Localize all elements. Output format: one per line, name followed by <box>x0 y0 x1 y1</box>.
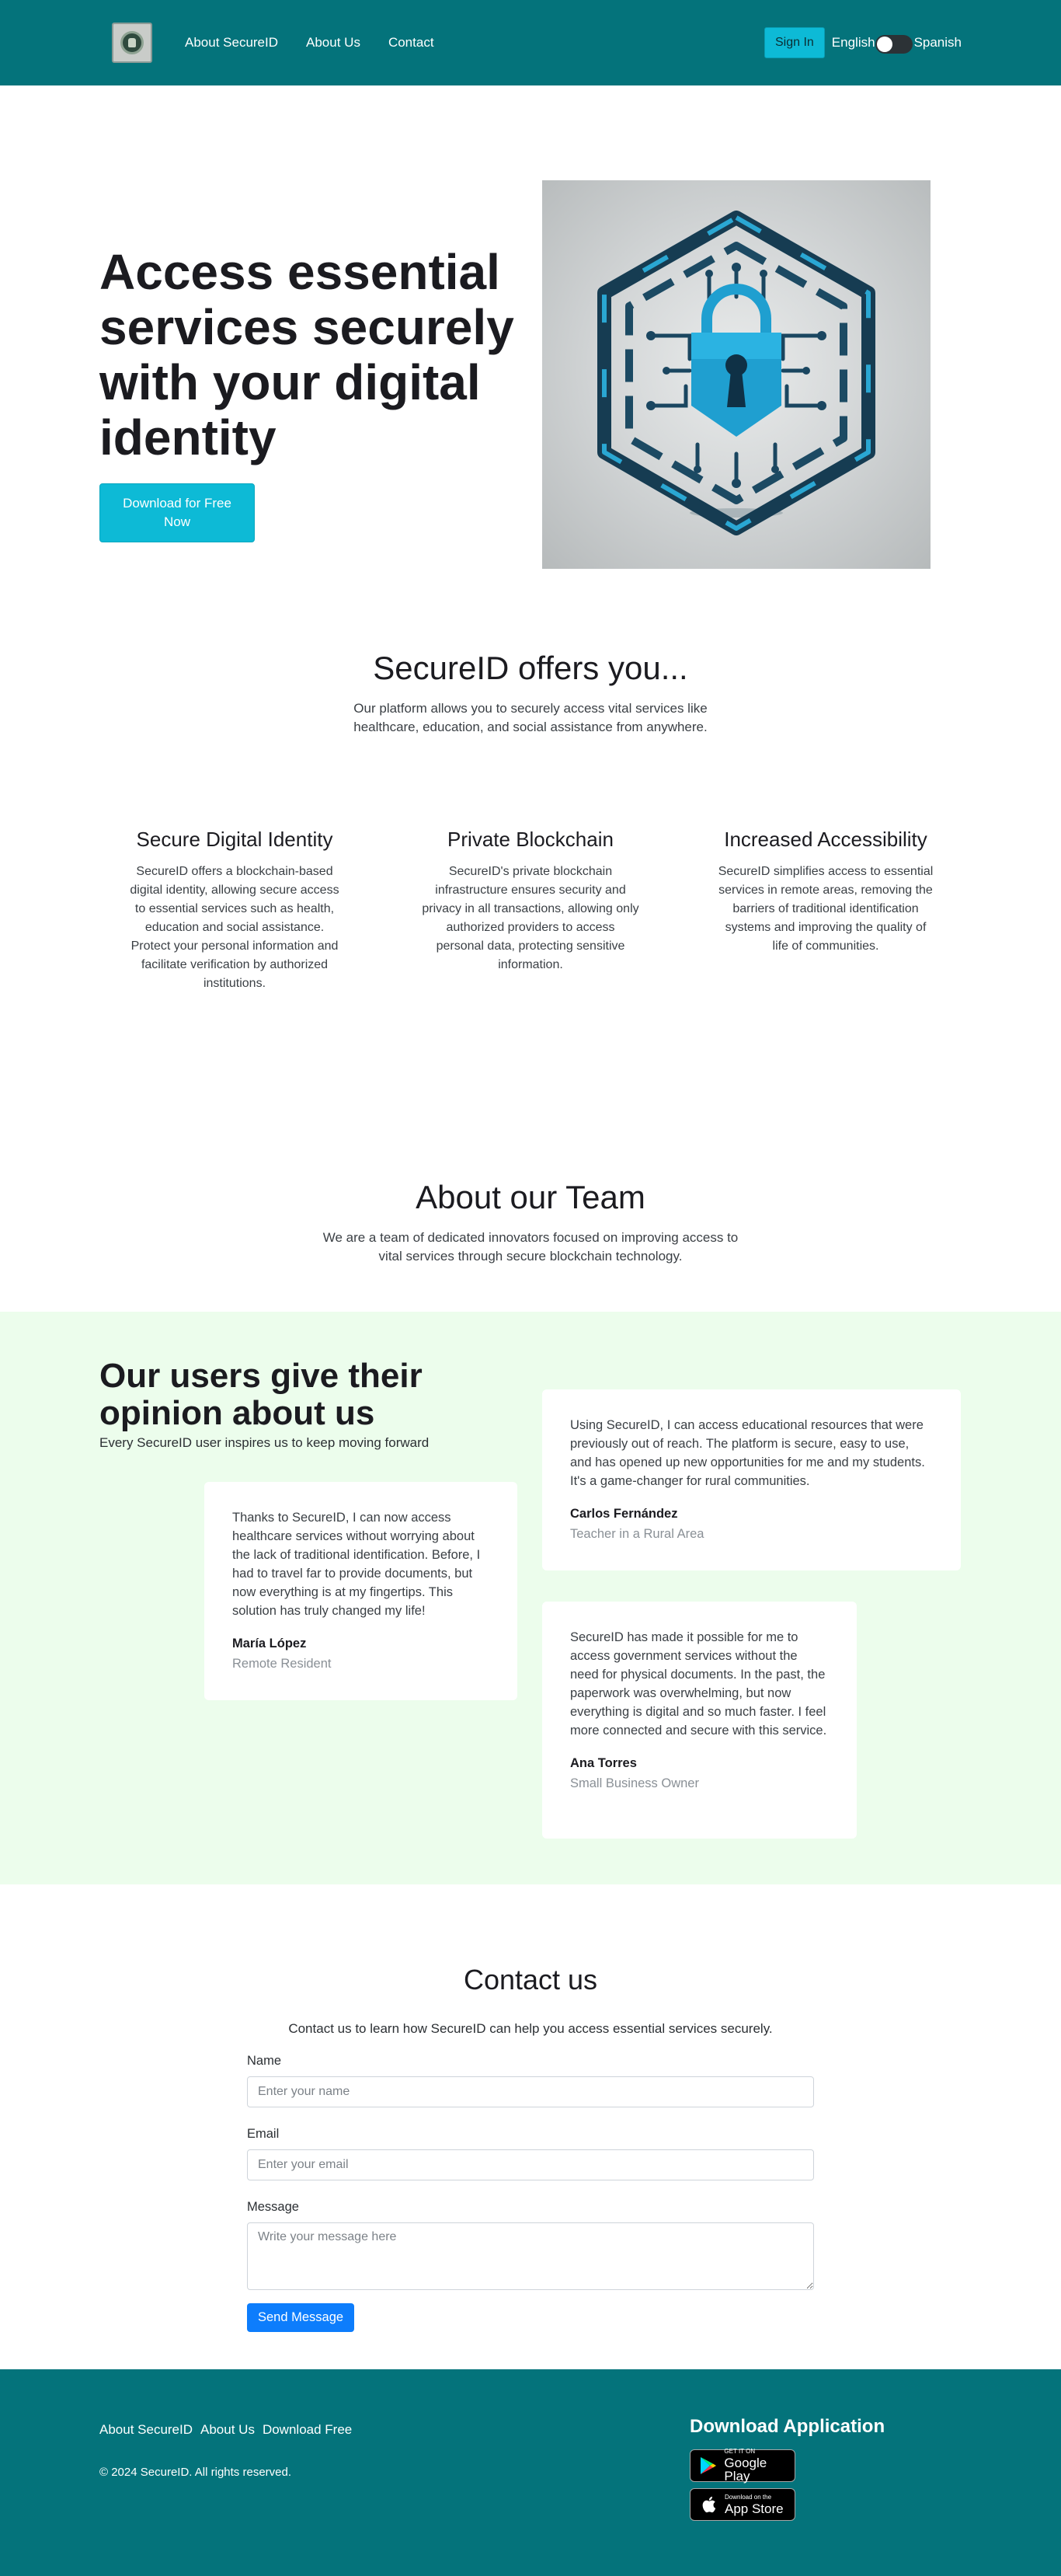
app-store-small: Download on the <box>725 2493 772 2501</box>
nav-link-about-us[interactable]: About Us <box>306 35 360 51</box>
app-store-button[interactable]: Download on the App Store <box>690 2488 795 2521</box>
app-store-big: App Store <box>725 2501 784 2516</box>
copyright-text: © 2024 SecureID. All rights reserved. <box>99 2466 292 2479</box>
team-section: About our Team We are a team of dedicate… <box>0 1179 1061 1266</box>
testimonial-author: Ana Torres <box>570 1756 637 1770</box>
testimonial-quote: Thanks to SecureID, I can now access hea… <box>232 1511 481 1618</box>
testimonials-section: Our users give their opinion about us Ev… <box>0 1312 1061 1884</box>
google-play-icon <box>698 2456 718 2476</box>
site-footer: About SecureID About Us Download Free © … <box>0 2369 1061 2576</box>
footer-link-about-secureid[interactable]: About SecureID <box>99 2422 193 2438</box>
emblem-icon <box>120 31 144 54</box>
hero-section: Access essential services securely with … <box>0 85 1061 583</box>
feature-text: SecureID offers a blockchain-based digit… <box>130 865 339 990</box>
testimonial-author: María López <box>232 1637 307 1651</box>
contact-header: Contact us Contact us to learn how Secur… <box>0 1964 1061 2037</box>
offers-header: SecureID offers you... Our platform allo… <box>0 650 1061 737</box>
send-message-button[interactable]: Send Message <box>247 2303 355 2332</box>
language-spanish-label: Spanish <box>913 35 962 50</box>
language-toggle[interactable] <box>875 35 913 54</box>
padlock-icon <box>597 211 875 535</box>
testimonial-quote: SecureID has made it possible for me to … <box>570 1630 827 1738</box>
email-field[interactable] <box>247 2149 814 2180</box>
site-header: About SecureID About Us Contact Sign In … <box>0 0 1061 85</box>
testimonial-card-maria: Thanks to SecureID, I can now access hea… <box>204 1482 517 1700</box>
toggle-knob <box>876 37 892 52</box>
main-nav: About SecureID About Us Contact <box>112 23 462 63</box>
google-play-button[interactable]: GET IT ON Google Play <box>690 2448 795 2484</box>
email-label: Email <box>247 2127 280 2141</box>
contact-title: Contact us <box>463 1964 598 1996</box>
apple-icon <box>698 2494 718 2515</box>
feature-title: Increased Accessibility <box>724 828 927 851</box>
header-actions: Sign In English Spanish <box>764 27 962 58</box>
testimonials-title: Our users give their opinion about us <box>99 1357 423 1432</box>
feature-title: Secure Digital Identity <box>136 828 333 851</box>
feature-secure-digital-identity: Secure Digital Identity SecureID offers … <box>126 828 343 993</box>
blockchain-padlock-illustration <box>542 180 931 569</box>
google-play-big: Google Play <box>724 2456 767 2484</box>
team-title: About our Team <box>416 1179 645 1215</box>
feature-text: SecureID's private blockchain infrastruc… <box>422 865 639 971</box>
offers-title: SecureID offers you... <box>373 650 688 686</box>
hero-title: Access essential services securely with … <box>99 244 514 465</box>
feature-increased-accessibility: Increased Accessibility SecureID simplif… <box>717 828 934 956</box>
logo-icon[interactable] <box>112 23 152 63</box>
feature-title: Private Blockchain <box>447 828 614 851</box>
footer-link-download-free[interactable]: Download Free <box>263 2422 352 2438</box>
google-play-small: GET IT ON <box>724 2448 756 2455</box>
testimonial-card-carlos: Using SecureID, I can access educational… <box>542 1389 961 1570</box>
footer-links: About SecureID About Us Download Free <box>99 2422 360 2438</box>
download-app-title: Download Application <box>690 2416 885 2437</box>
app-store-text: Download on the App Store <box>725 2494 784 2515</box>
header-inner: About SecureID About Us Contact Sign In … <box>0 23 1061 63</box>
emblem-center <box>128 38 136 47</box>
message-field[interactable] <box>247 2222 814 2290</box>
testimonial-author: Carlos Fernández <box>570 1507 678 1521</box>
testimonial-quote: Using SecureID, I can access educational… <box>570 1418 925 1488</box>
testimonial-role: Small Business Owner <box>570 1776 699 1790</box>
contact-form: Name Email Message Send Message <box>247 2054 814 2332</box>
name-field[interactable] <box>247 2076 814 2107</box>
footer-link-about-us[interactable]: About Us <box>200 2422 255 2438</box>
nav-link-about-secureid[interactable]: About SecureID <box>185 35 278 51</box>
nav-link-contact[interactable]: Contact <box>388 35 434 51</box>
sign-in-button[interactable]: Sign In <box>764 27 825 58</box>
feature-private-blockchain: Private Blockchain SecureID's private bl… <box>422 828 639 974</box>
team-text: We are a team of dedicated innovators fo… <box>322 1230 739 1264</box>
language-english-label: English <box>831 35 875 50</box>
testimonial-role: Remote Resident <box>232 1657 332 1671</box>
offers-intro: Our platform allows you to securely acce… <box>353 701 708 734</box>
contact-intro: Contact us to learn how SecureID can hel… <box>288 2021 773 2036</box>
google-play-text: GET IT ON Google Play <box>724 2448 795 2484</box>
download-free-button[interactable]: Download for Free Now <box>99 483 255 542</box>
name-label: Name <box>247 2054 282 2068</box>
message-label: Message <box>247 2200 299 2214</box>
testimonial-card-ana: SecureID has made it possible for me to … <box>542 1602 857 1839</box>
feature-text: SecureID simplifies access to essential … <box>718 865 934 953</box>
testimonial-role: Teacher in a Rural Area <box>570 1527 704 1541</box>
testimonials-subtitle: Every SecureID user inspires us to keep … <box>99 1435 430 1450</box>
